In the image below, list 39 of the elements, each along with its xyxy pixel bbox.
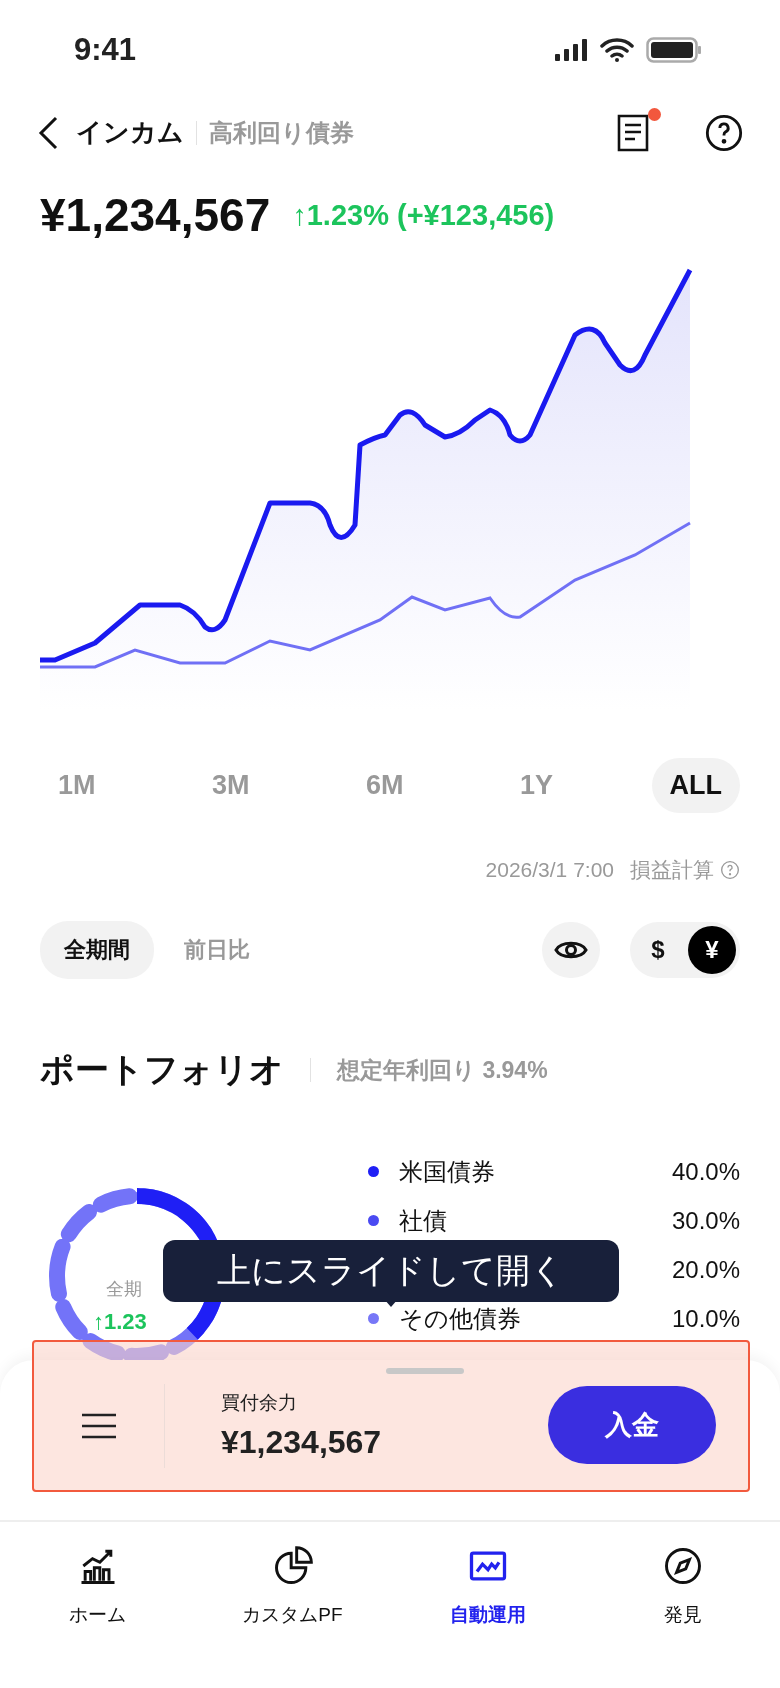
total-value: ¥1,234,567 xyxy=(40,188,271,242)
status-time: 9:41 xyxy=(74,32,137,68)
legend-percentage: 30.0% xyxy=(671,1206,740,1235)
legend-label: 米国債券 xyxy=(399,1156,495,1187)
battery-icon xyxy=(646,37,702,63)
compare-tab[interactable]: 全期間 xyxy=(40,921,154,979)
deposit-button[interactable]: 入金 xyxy=(548,1386,716,1464)
currency-option[interactable]: ¥ xyxy=(688,926,736,974)
legend-label: その他債券 xyxy=(399,1303,521,1334)
visibility-button[interactable] xyxy=(542,922,600,978)
signal-icon xyxy=(554,38,588,62)
nav-tab[interactable]: 発見 xyxy=(585,1522,780,1642)
menu-icon xyxy=(80,1412,118,1440)
legend-percentage: 20.0% xyxy=(671,1255,740,1284)
help-button[interactable] xyxy=(704,112,744,153)
nav-tab[interactable]: 自動運用 xyxy=(390,1522,585,1642)
drag-handle[interactable] xyxy=(386,1368,464,1374)
portfolio-title: ポートフォリオ xyxy=(40,1049,284,1090)
help-icon xyxy=(704,112,744,153)
currency-option[interactable]: $ xyxy=(634,926,682,974)
period-tab[interactable]: ALL xyxy=(651,757,740,813)
help-icon xyxy=(720,860,740,880)
nav-tab[interactable]: ホーム xyxy=(0,1522,195,1642)
page-subtitle: 高利回り債券 xyxy=(209,117,354,148)
page-title: インカム xyxy=(76,116,184,149)
value-change: ↑1.23% (+¥123,456) xyxy=(292,198,555,232)
nav-tab[interactable]: カスタムPF xyxy=(195,1522,390,1642)
update-timestamp: 2026/3/1 7:00 xyxy=(485,858,614,882)
legend-percentage: 40.0% xyxy=(671,1157,740,1186)
donut-period-label: 全期 xyxy=(106,1278,142,1301)
legend-label: 社債 xyxy=(399,1205,447,1236)
buying-power-label: 買付余力 xyxy=(221,1390,298,1415)
tooltip-pointer-icon xyxy=(384,1301,398,1307)
wifi-icon xyxy=(600,38,634,62)
tooltip: 上にスライドして開く xyxy=(163,1240,619,1302)
legend-percentage: 10.0% xyxy=(671,1304,740,1333)
buying-power-value: ¥1,234,567 xyxy=(221,1423,382,1461)
expected-yield: 想定年利回り 3.94% xyxy=(337,1055,548,1085)
donut-change: ↑1.23 xyxy=(93,1309,147,1335)
